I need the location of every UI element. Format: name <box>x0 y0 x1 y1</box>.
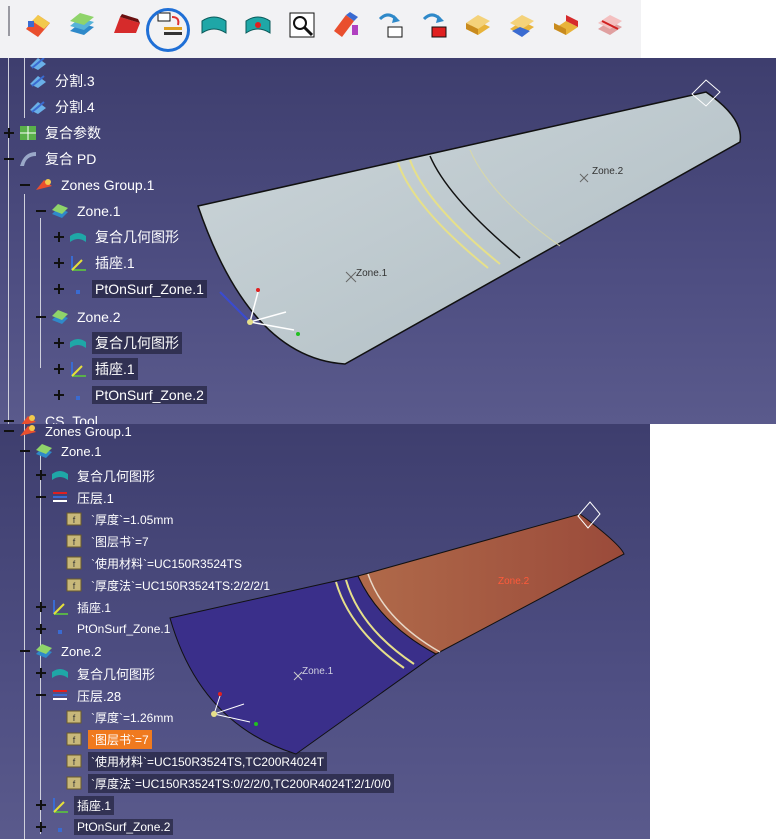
transfer-red-fill-icon[interactable] <box>416 7 452 43</box>
solid-stripe-icon[interactable] <box>592 7 628 43</box>
toolbar <box>0 0 641 59</box>
surface-red-dot-icon[interactable] <box>240 7 276 43</box>
zone1-view-label: Zone.1 <box>356 268 388 279</box>
part-surface[interactable] <box>197 91 742 365</box>
highlight-ring <box>146 8 190 52</box>
solid-red-icon[interactable] <box>548 7 584 43</box>
zone2-view-label: Zone.2 <box>498 576 530 587</box>
solid-yellow-icon[interactable] <box>460 7 496 43</box>
layer-stack-icon[interactable] <box>64 7 100 43</box>
zone2-view-label: Zone.2 <box>592 166 624 177</box>
top-3d-view[interactable]: Zone.1 Zone.2 <box>0 58 776 424</box>
transfer-red-icon[interactable] <box>372 7 408 43</box>
toolbar-grip[interactable] <box>8 6 10 36</box>
red-solid-icon[interactable] <box>108 7 144 43</box>
multi-color-icon[interactable] <box>328 7 364 43</box>
zone1-view-label: Zone.1 <box>302 666 334 677</box>
bottom-viewport: Zones Group.1 Zone.1 复合几何图形 压层.1 f `厚度`=… <box>0 424 650 839</box>
bottom-3d-view[interactable]: Zone.1 Zone.2 <box>0 424 650 839</box>
surface-green-icon[interactable] <box>196 7 232 43</box>
top-viewport: 分割.3 分割.4 复合参数 复合 PD Zones Group.1 Zone.… <box>0 58 776 424</box>
composite-part-icon[interactable] <box>20 7 56 43</box>
inspect-icon[interactable] <box>284 7 320 43</box>
solid-multi-icon[interactable] <box>504 7 540 43</box>
